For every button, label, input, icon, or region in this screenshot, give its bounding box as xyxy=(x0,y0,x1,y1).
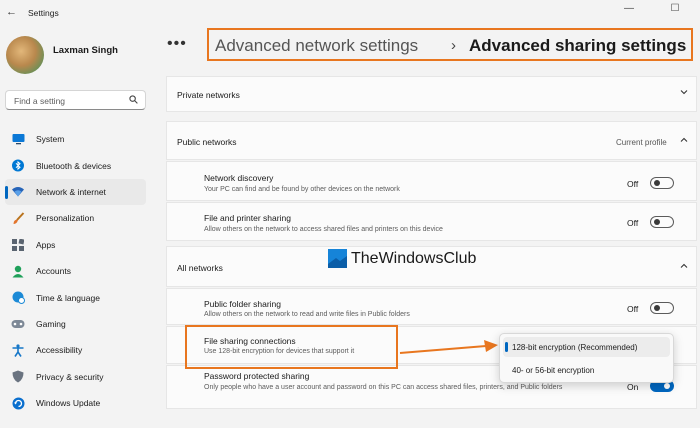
avatar[interactable] xyxy=(6,36,44,74)
sidebar-item-label: Bluetooth & devices xyxy=(36,160,112,171)
sidebar-item-label: Personalization xyxy=(36,213,95,224)
breadcrumb-overflow-button[interactable]: ••• xyxy=(167,35,187,53)
sidebar-item-windows-update[interactable]: Windows Update xyxy=(5,390,146,416)
private-networks-section[interactable]: Private networks xyxy=(166,76,697,112)
toggle-knob xyxy=(664,383,670,389)
accessibility-icon xyxy=(11,343,25,357)
apps-icon xyxy=(11,238,25,252)
page-title: Advanced sharing settings xyxy=(469,36,687,55)
sidebar-item-label: Time & language xyxy=(36,292,100,303)
chevron-up-icon xyxy=(679,261,689,274)
sidebar-item-label: Gaming xyxy=(36,318,66,329)
watermark-text: TheWindowsClub xyxy=(351,249,477,267)
setting-title: Public folder sharing xyxy=(204,299,282,309)
search-icon xyxy=(129,95,138,106)
sidebar-item-label: Accessibility xyxy=(36,345,83,356)
section-title: Public networks xyxy=(177,137,237,147)
arrow-annotation xyxy=(399,340,498,354)
toggle-state-label: Off xyxy=(627,179,639,189)
title-bar: ← Settings — ☐ xyxy=(0,0,700,26)
setting-description: Allow others on the network to read and … xyxy=(204,311,410,318)
file-printer-sharing-toggle[interactable] xyxy=(650,216,674,228)
minimize-button[interactable]: — xyxy=(622,3,636,14)
breadcrumb-parent-link[interactable]: Advanced network settings xyxy=(215,36,418,56)
setting-title: Network discovery xyxy=(204,173,274,183)
sidebar-item-gaming[interactable]: Gaming xyxy=(5,311,146,337)
public-folder-sharing-toggle[interactable] xyxy=(650,302,674,314)
toggle-state-label: Off xyxy=(627,304,639,314)
watermark-logo xyxy=(328,249,347,268)
setting-description: Allow others on the network to access sh… xyxy=(204,226,443,233)
gamepad-icon xyxy=(11,317,25,331)
update-icon xyxy=(11,396,25,410)
chevron-up-icon xyxy=(679,135,689,148)
search-placeholder: Find a setting xyxy=(14,96,66,106)
brush-icon xyxy=(11,211,25,225)
toggle-state-label: Off xyxy=(627,218,639,228)
sidebar-item-apps[interactable]: Apps xyxy=(5,232,146,258)
shield-icon xyxy=(11,370,25,384)
sidebar-item-label: System xyxy=(36,134,65,145)
section-title: All networks xyxy=(177,263,223,273)
sidebar-item-personalization[interactable]: Personalization xyxy=(5,205,146,231)
toggle-knob xyxy=(654,305,660,311)
setting-title: File and printer sharing xyxy=(204,213,291,223)
sidebar-item-network[interactable]: Network & internet xyxy=(5,178,146,206)
monitor-icon xyxy=(11,132,25,146)
maximize-button[interactable]: ☐ xyxy=(668,3,682,14)
user-name: Laxman Singh xyxy=(53,45,118,56)
sidebar-item-accounts[interactable]: Accounts xyxy=(5,258,146,284)
highlight-box xyxy=(185,325,398,369)
sidebar-nav: System Bluetooth & devices Network & int… xyxy=(5,126,146,416)
globe-clock-icon xyxy=(11,291,25,305)
encryption-dropdown[interactable]: 128-bit encryption (Recommended) 40- or … xyxy=(499,333,674,383)
dropdown-option-128-bit[interactable]: 128-bit encryption (Recommended) xyxy=(503,337,670,357)
chevron-down-icon xyxy=(679,87,689,100)
sidebar-item-label: Network & internet xyxy=(36,186,106,197)
person-icon xyxy=(11,264,25,278)
breadcrumb-separator: › xyxy=(451,37,456,54)
sidebar-item-system[interactable]: System xyxy=(5,126,146,152)
toggle-knob xyxy=(654,180,660,186)
public-folder-sharing-row: Public folder sharing Allow others on th… xyxy=(166,288,697,325)
setting-description: Only people who have a user account and … xyxy=(204,384,563,391)
app-title: Settings xyxy=(28,8,59,18)
network-discovery-row: Network discovery Your PC can find and b… xyxy=(166,161,697,201)
sidebar-item-label: Apps xyxy=(36,239,56,250)
section-title: Private networks xyxy=(177,90,240,100)
setting-title: Password protected sharing xyxy=(204,371,310,381)
sidebar-item-bluetooth[interactable]: Bluetooth & devices xyxy=(5,152,146,178)
sidebar-item-accessibility[interactable]: Accessibility xyxy=(5,337,146,363)
network-discovery-toggle[interactable] xyxy=(650,177,674,189)
sidebar-item-label: Accounts xyxy=(36,266,71,277)
dropdown-option-40-56-bit[interactable]: 40- or 56-bit encryption xyxy=(503,360,670,380)
public-networks-section[interactable]: Public networks Current profile xyxy=(166,121,697,160)
toggle-knob xyxy=(654,219,660,225)
toggle-state-label: On xyxy=(627,382,639,392)
file-printer-sharing-row: File and printer sharing Allow others on… xyxy=(166,202,697,241)
sidebar-item-label: Windows Update xyxy=(36,398,101,409)
sidebar-item-time-language[interactable]: Time & language xyxy=(5,284,146,310)
watermark: TheWindowsClub xyxy=(328,249,476,268)
sidebar-item-privacy-security[interactable]: Privacy & security xyxy=(5,364,146,390)
current-profile-label: Current profile xyxy=(616,138,667,147)
wifi-icon xyxy=(11,185,25,199)
sidebar-item-label: Privacy & security xyxy=(36,371,104,382)
bluetooth-icon xyxy=(11,159,25,173)
setting-description: Your PC can find and be found by other d… xyxy=(204,186,400,193)
back-button[interactable]: ← xyxy=(6,6,17,18)
search-input[interactable]: Find a setting xyxy=(5,90,146,110)
